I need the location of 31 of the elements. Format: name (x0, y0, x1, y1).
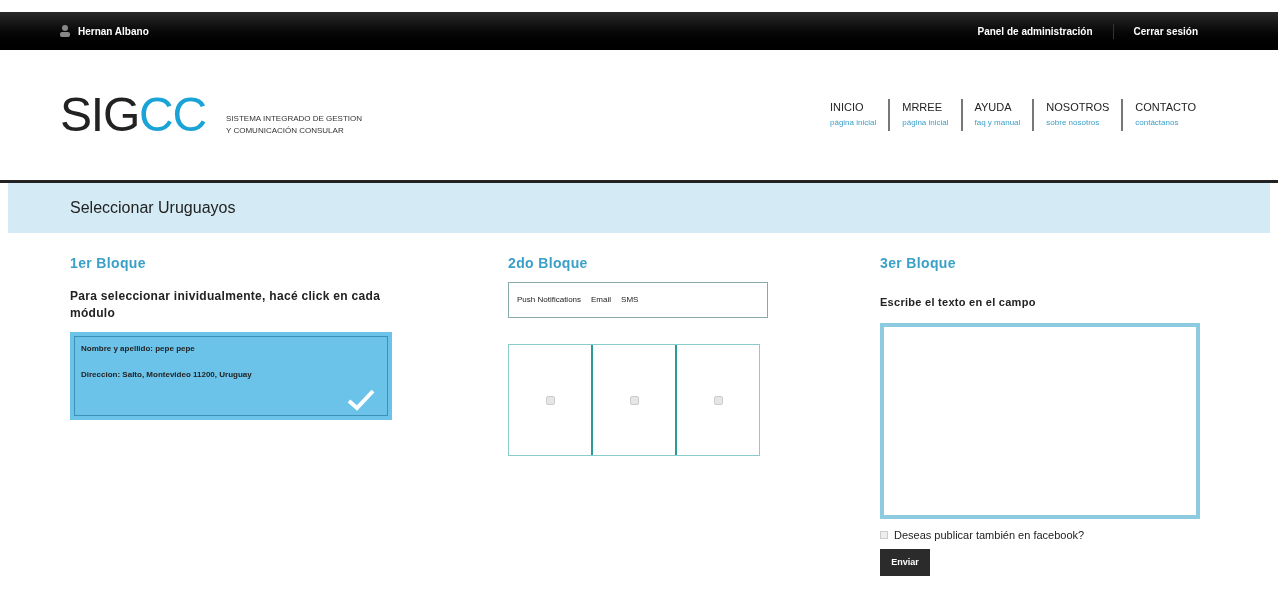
block-title: 2do Bloque (508, 254, 589, 273)
nav-item[interactable]: INICIO página inicial (818, 99, 889, 131)
nav-item[interactable]: NOSOTROS sobre nosotros (1032, 99, 1122, 131)
top-bar-link[interactable]: Panel de administración (957, 23, 1113, 39)
channel-tab[interactable]: SMS (621, 294, 639, 306)
logo-tagline: SISTEMA INTEGRADO DE GESTION Y COMUNICACIÓN CONSULAR (226, 113, 363, 137)
card-address: Direccion: Salto, Montevideo 11200, Uruguay (81, 369, 253, 381)
send-button[interactable]: Enviar (880, 549, 930, 576)
option-checkbox[interactable] (713, 395, 723, 405)
person-card[interactable]: Nombre y apellido: pepe pepe Direccion: Salto, Montevideo 11200, Uruguay (70, 332, 392, 420)
facebook-checkbox[interactable] (880, 530, 888, 539)
page-title: Seleccionar Uruguayos (70, 198, 236, 218)
logo: SIGCC (60, 91, 207, 139)
user-name: Hernan Albano (78, 24, 149, 39)
instruction-text: Para seleccionar inividualmente, hacé click en cada módulo (70, 288, 382, 322)
channel-tab[interactable]: Email (591, 294, 612, 306)
nav-item[interactable]: CONTACTO contáctanos (1121, 99, 1208, 131)
nav-item[interactable]: AYUDA faq y manual (960, 99, 1033, 131)
nav-item[interactable]: MRREE página inicial (888, 99, 961, 131)
message-field[interactable] (880, 322, 1200, 519)
card-name: Nombre y apellido: pepe pepe (81, 343, 196, 355)
check-icon (347, 389, 375, 411)
user-icon (60, 25, 70, 37)
top-bar-link[interactable]: Cerrar sesión (1112, 23, 1218, 39)
option-checkbox[interactable] (629, 395, 639, 405)
field-label: Escribe el texto en el campo (880, 295, 1037, 310)
facebook-label: Deseas publicar también en facebook? (894, 527, 1085, 543)
block-title: 1er Bloque (70, 254, 147, 273)
block-title: 3er Bloque (880, 254, 957, 273)
option-checkbox[interactable] (545, 395, 555, 405)
channel-tab[interactable]: Push Notifications (517, 294, 582, 306)
